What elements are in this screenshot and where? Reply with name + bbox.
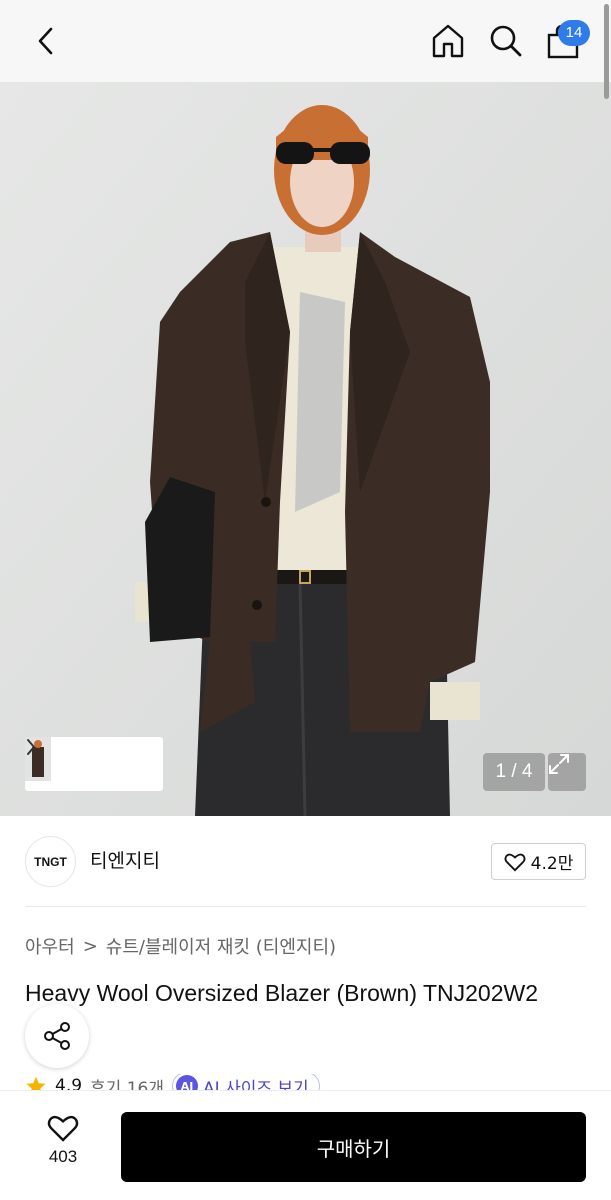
brand-logo-text: TNGT: [34, 854, 67, 869]
product-title: Heavy Wool Oversized Blazer (Brown) TNJ2…: [25, 980, 538, 1006]
divider: [25, 906, 586, 907]
thumbnail-strip[interactable]: [25, 737, 163, 791]
scroll-indicator[interactable]: [604, 4, 609, 99]
chevron-left-icon: [38, 27, 53, 55]
share-button[interactable]: [25, 1004, 89, 1068]
brand-name[interactable]: 티엔지티: [90, 846, 160, 873]
home-button[interactable]: [428, 18, 468, 64]
breadcrumb-category[interactable]: 아우터: [25, 933, 75, 959]
product-photo: [0, 82, 611, 816]
brand-logo[interactable]: TNGT: [25, 836, 76, 887]
wishlist-count: 403: [48, 1147, 78, 1166]
heart-icon: [47, 1115, 79, 1142]
back-button[interactable]: [26, 18, 66, 64]
brand-like-button[interactable]: 4.2만: [491, 843, 586, 880]
search-icon: [490, 25, 522, 57]
breadcrumb-separator: >: [82, 935, 98, 957]
breadcrumb: 아우터 > 슈트/블레이저 재킷 (티엔지티): [25, 933, 336, 959]
home-icon: [432, 24, 464, 58]
heart-icon: [504, 853, 526, 871]
breadcrumb-subcategory[interactable]: 슈트/블레이저 재킷 (티엔지티): [106, 933, 336, 959]
search-button[interactable]: [486, 18, 526, 64]
bottom-action-bar: 403 구매하기: [0, 1090, 611, 1200]
top-nav: 14: [0, 0, 611, 82]
product-image-gallery[interactable]: 1 / 4: [0, 82, 611, 816]
chevron-right-icon[interactable]: [25, 737, 37, 757]
expand-button[interactable]: [548, 753, 586, 791]
wishlist-button[interactable]: 403: [28, 1113, 98, 1167]
image-pager: 1 / 4: [483, 753, 545, 791]
cart-count-badge: 14: [558, 20, 590, 46]
brand-like-count: 4.2만: [530, 854, 574, 874]
share-icon: [44, 1022, 70, 1050]
buy-button[interactable]: 구매하기: [121, 1112, 586, 1182]
expand-icon: [549, 754, 569, 774]
